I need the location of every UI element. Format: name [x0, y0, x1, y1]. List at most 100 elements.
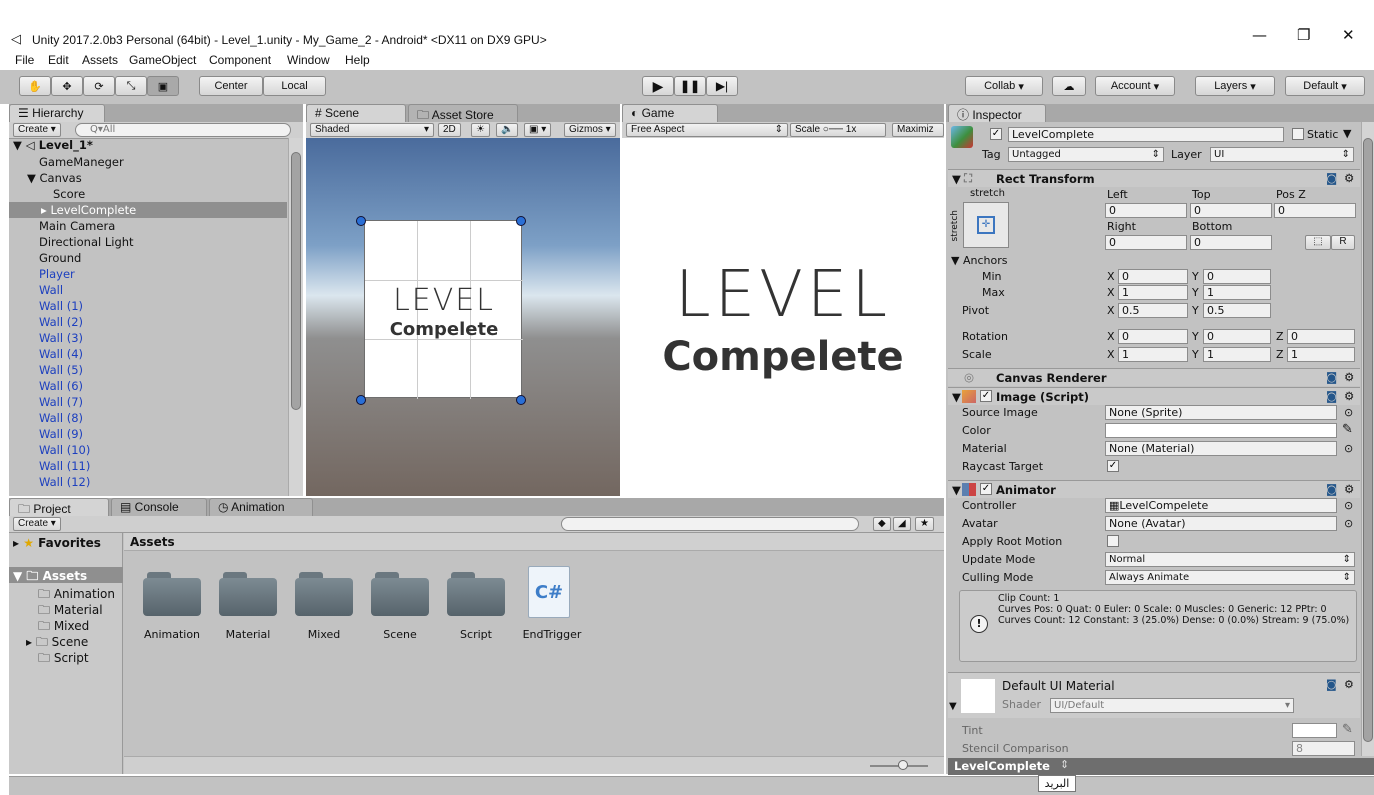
- settings-gear-icon[interactable]: ⚙: [1344, 370, 1354, 384]
- hierarchy-item[interactable]: Wall (3): [9, 330, 287, 346]
- object-picker-icon[interactable]: ⊙: [1344, 517, 1353, 530]
- pivot-mode-button[interactable]: Center: [199, 76, 263, 96]
- asset-folder[interactable]: Scene: [371, 566, 447, 642]
- inspector-scrollbar[interactable]: [1361, 122, 1374, 756]
- favorites-row[interactable]: ▸ ★ Favorites: [13, 536, 101, 550]
- update-mode-dropdown[interactable]: Normal ⇕: [1105, 552, 1355, 567]
- hierarchy-item[interactable]: Wall (9): [9, 426, 287, 442]
- help-book-icon[interactable]: ◙: [1326, 389, 1337, 403]
- rect-transform-header[interactable]: ▼ ⛶ Rect Transform ◙ ⚙: [948, 169, 1360, 187]
- hierarchy-item[interactable]: Score: [9, 186, 287, 202]
- breadcrumb-assets[interactable]: Assets: [130, 535, 175, 549]
- pivot-y-field[interactable]: 0.5: [1203, 303, 1271, 318]
- scene-root-row[interactable]: ▼ ◁ Level_1*: [9, 137, 287, 153]
- mode-2d-toggle[interactable]: 2D: [438, 123, 461, 137]
- rotate-tool-icon[interactable]: ⟳: [83, 76, 115, 96]
- preview-drag-handle-icon[interactable]: ⇕: [1060, 758, 1069, 771]
- aspect-dropdown[interactable]: Free Aspect ⇕: [626, 123, 788, 137]
- right-field[interactable]: 0: [1105, 235, 1187, 250]
- anchor-handle-icon[interactable]: [356, 216, 366, 226]
- hierarchy-search-input[interactable]: Q▾All: [75, 123, 291, 137]
- hierarchy-item[interactable]: Directional Light: [9, 234, 287, 250]
- shader-dropdown[interactable]: UI/Default ▾: [1050, 698, 1294, 713]
- raw-edit-button[interactable]: R: [1331, 235, 1355, 250]
- menu-assets[interactable]: Assets: [82, 53, 118, 67]
- scale-slider[interactable]: Scale ○── 1x: [790, 123, 886, 137]
- hierarchy-item[interactable]: Wall (10): [9, 442, 287, 458]
- step-icon[interactable]: ▶|: [706, 76, 738, 96]
- collab-dropdown[interactable]: Collab ▾: [965, 76, 1043, 96]
- project-create-button[interactable]: Create ▾: [13, 517, 61, 531]
- hierarchy-item[interactable]: Wall (11): [9, 458, 287, 474]
- maximize-toggle[interactable]: Maximiz: [892, 123, 944, 137]
- asset-folder[interactable]: Mixed: [295, 566, 371, 642]
- rot-x-field[interactable]: 0: [1118, 329, 1188, 344]
- rot-y-field[interactable]: 0: [1203, 329, 1271, 344]
- assets-root-row[interactable]: ▼ 🗀 Assets: [9, 567, 123, 583]
- settings-gear-icon[interactable]: ⚙: [1344, 171, 1354, 185]
- menu-file[interactable]: File: [15, 53, 34, 67]
- menu-component[interactable]: Component: [209, 53, 271, 67]
- hierarchy-item[interactable]: Main Camera: [9, 218, 287, 234]
- active-checkbox[interactable]: ✓: [990, 128, 1002, 140]
- account-dropdown[interactable]: Account ▾: [1095, 76, 1175, 96]
- menu-gameobject[interactable]: GameObject: [129, 53, 196, 67]
- rect-tool-icon[interactable]: ▣: [147, 76, 179, 96]
- help-book-icon[interactable]: ◙: [1326, 678, 1337, 691]
- hand-tool-icon[interactable]: ✋: [19, 76, 51, 96]
- static-dropdown-icon[interactable]: ▼: [1343, 127, 1351, 140]
- image-script-header[interactable]: ▼ ✓ Image (Script) ◙ ⚙: [948, 387, 1360, 405]
- animator-enabled-checkbox[interactable]: ✓: [980, 483, 992, 495]
- tint-color-field[interactable]: [1292, 723, 1337, 738]
- stencil-field[interactable]: 8: [1292, 741, 1355, 756]
- anchor-presets-button[interactable]: ✛: [963, 202, 1009, 248]
- help-book-icon[interactable]: ◙: [1326, 370, 1337, 384]
- scale-z-field[interactable]: 1: [1287, 347, 1355, 362]
- anchors-row[interactable]: ▼ Anchors: [951, 254, 1007, 267]
- filter-label-icon[interactable]: ◢: [893, 517, 911, 531]
- pivot-x-field[interactable]: 0.5: [1118, 303, 1188, 318]
- level-complete-rect[interactable]: LEVEL Compelete: [364, 220, 523, 399]
- restore-button[interactable]: ❐: [1297, 26, 1310, 44]
- asset-folder[interactable]: Animation: [143, 566, 219, 642]
- collapse-arrow-icon[interactable]: ▼: [949, 701, 957, 712]
- project-search-input[interactable]: [561, 517, 859, 531]
- lighting-toggle-icon[interactable]: ☀: [471, 123, 490, 137]
- effects-toggle-icon[interactable]: ▣ ▾: [524, 123, 552, 137]
- cloud-icon[interactable]: ☁: [1052, 76, 1086, 96]
- menu-help[interactable]: Help: [345, 53, 370, 67]
- pause-icon[interactable]: ❚❚: [674, 76, 706, 96]
- anchor-handle-icon[interactable]: [356, 395, 366, 405]
- expand-arrow-icon[interactable]: ▼: [27, 171, 40, 185]
- max-y-field[interactable]: 1: [1203, 285, 1271, 300]
- gizmos-dropdown[interactable]: Gizmos ▾: [564, 123, 616, 137]
- shading-dropdown[interactable]: Shaded ▾: [310, 123, 434, 137]
- source-image-field[interactable]: None (Sprite): [1105, 405, 1337, 420]
- hierarchy-item[interactable]: GameManeger: [9, 154, 287, 170]
- object-picker-icon[interactable]: ⊙: [1344, 499, 1353, 512]
- close-button[interactable]: ✕: [1342, 26, 1355, 44]
- object-picker-icon[interactable]: ⊙: [1344, 442, 1353, 455]
- preview-object-name[interactable]: LevelComplete: [954, 759, 1050, 773]
- rot-z-field[interactable]: 0: [1287, 329, 1355, 344]
- tag-dropdown[interactable]: Untagged ⇕: [1008, 147, 1164, 162]
- tab-game[interactable]: ◐ Game: [622, 104, 718, 122]
- hierarchy-item[interactable]: Wall (1): [9, 298, 287, 314]
- hierarchy-scroll-thumb[interactable]: [291, 152, 301, 410]
- help-book-icon[interactable]: ◙: [1326, 171, 1337, 185]
- object-name-field[interactable]: LevelComplete: [1008, 127, 1284, 142]
- raycast-target-checkbox[interactable]: ✓: [1107, 460, 1119, 472]
- hierarchy-item[interactable]: Wall: [9, 282, 287, 298]
- game-viewport[interactable]: LEVEL Compelete: [622, 138, 944, 496]
- posz-field[interactable]: 0: [1274, 203, 1356, 218]
- root-motion-checkbox[interactable]: [1107, 535, 1119, 547]
- hierarchy-item[interactable]: Wall (7): [9, 394, 287, 410]
- play-icon[interactable]: ▶: [642, 76, 674, 96]
- anchor-handle-icon[interactable]: [516, 216, 526, 226]
- hierarchy-item[interactable]: Player: [9, 266, 287, 282]
- hierarchy-item[interactable]: ▼ Canvas: [9, 170, 287, 186]
- favorite-star-icon[interactable]: ★: [915, 517, 934, 531]
- layer-dropdown[interactable]: UI ⇕: [1210, 147, 1354, 162]
- max-x-field[interactable]: 1: [1118, 285, 1188, 300]
- eyedropper-icon[interactable]: ✎: [1342, 722, 1353, 737]
